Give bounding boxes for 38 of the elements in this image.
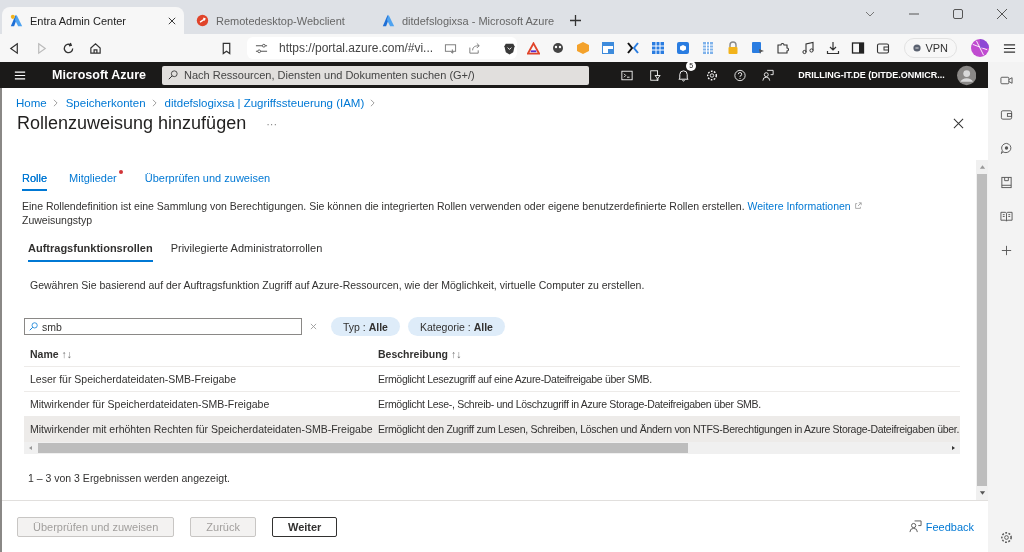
table-cell-text: Mitwirkender mit erhöhten Rechten für Speicherdateidaten-SMB-Freigabe [29, 423, 372, 435]
result-count: 1 – 3 von 3 Ergebnissen werden angezeigt. [27, 472, 231, 484]
table-cell-text: Mitwirkender für Speicherdateidaten-SMB-Freigabe [29, 398, 271, 410]
learn-more-link[interactable]: Weitere Informationen [747, 200, 851, 212]
table-cell-text: Leser für Speicherdateidaten-SMB-Freigabe [29, 373, 238, 385]
table-row[interactable]: Leser für Speicherdateidaten-SMB-Freigabe Ermöglicht Lesezugriff auf eine Azure-Dateifreigabe über SMB. [24, 367, 960, 392]
more-options[interactable]: ··· [266, 117, 278, 130]
search-field[interactable]: smb [24, 318, 302, 335]
wizard-tab[interactable]: Überprüfen und zuweisen [144, 172, 271, 191]
table-cell-text: Ermöglicht Lese-, Schreib- und Löschzugriff in Azure Storage-Dateifreigaben über SMB. [377, 398, 762, 410]
table-row[interactable]: Mitwirkender mit erhöhten Rechten für Speicherdateidaten-SMB-Freigabe Ermöglicht den Zugriff zum Lesen, Schreiben, Löschen und Ändern von NTFS-Berechtigungen in Azure Storage-Dateifreigaben über. [24, 417, 960, 442]
breadcrumb-link[interactable]: Home [16, 97, 47, 109]
role-type-description: Gewähren Sie basierend auf der Auftragsfunktion Zugriff auf Azure-Ressourcen, wie der Möglichkeit, virtuelle Computer zu erstellen. [30, 279, 646, 291]
column-header[interactable]: Name ↑↓ [24, 348, 372, 360]
browser-tab[interactable]: Remotedesktop-Webclient [188, 7, 370, 34]
breadcrumb-link[interactable]: Speicherkonten [65, 97, 146, 109]
table-cell-text: Ermöglicht den Zugriff zum Lesen, Schreiben, Löschen und Ändern von NTFS-Berechtigungen in Azure Storage-Dateifreigaben über. [377, 423, 960, 435]
role-type-tab[interactable]: Auftragsfunktionsrollen [28, 242, 153, 262]
wizard-tab[interactable]: Mitglieder [69, 172, 123, 191]
footer-button[interactable]: Weiter [272, 516, 338, 537]
description-text: Eine Rollendefinition ist eine Sammlung von Berechtigungen. Sie können die integrierten Rollen verwenden oder eigene benutzerdefinierte Rollen erstellen. Weitere Informationen [22, 200, 976, 212]
breadcrumb-link[interactable]: ditdefslogixsa | Zugriffssteuerung (IAM) [164, 97, 365, 109]
column-header[interactable]: Beschreibung ↑↓ [372, 348, 462, 360]
table-cell-text: Ermöglicht Lesezugriff auf eine Azure-Dateifreigabe über SMB. [377, 373, 653, 385]
section-label: Zuweisungstyp [22, 214, 94, 226]
page-title: Rollenzuweisung hinzufügen [17, 113, 247, 134]
browser-tab[interactable]: ditdefslogixsa - Microsoft Azure [374, 7, 556, 34]
browser-tab[interactable]: Entra Admin Center [2, 7, 184, 34]
address-url: https://portal.azure.com/#vi... [279, 41, 434, 55]
tenant-name[interactable]: DRILLING-IT.DE (DITDE.ONMICR... [798, 70, 945, 80]
filter-pill[interactable]: Typ : Alle [331, 317, 400, 336]
search-field[interactable]: Nach Ressourcen, Diensten und Dokumenten suchen (G+/) [162, 65, 590, 85]
filter-pill[interactable]: Kategorie : Alle [407, 317, 505, 336]
portal-brand[interactable]: Microsoft Azure [52, 68, 146, 82]
wizard-tab[interactable]: Rolle [22, 172, 48, 191]
role-type-tab[interactable]: Privilegierte Administratorrollen [170, 242, 323, 262]
feedback-link[interactable]: Feedback [925, 520, 974, 533]
vpn-button[interactable]: VPN [904, 38, 957, 58]
